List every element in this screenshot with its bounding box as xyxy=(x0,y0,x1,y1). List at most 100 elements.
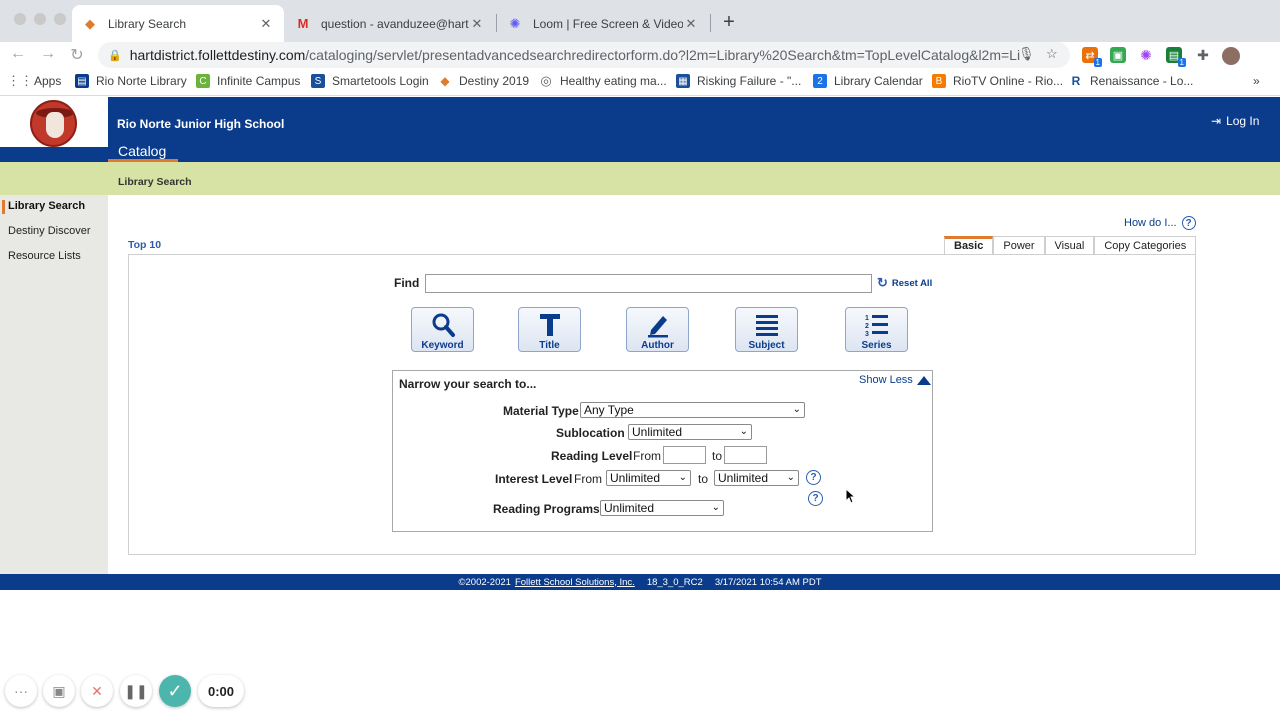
tab-catalog[interactable]: Catalog xyxy=(108,140,178,162)
extension-icon-3[interactable]: ✺ xyxy=(1138,47,1154,63)
svg-text:2: 2 xyxy=(865,323,869,330)
help-icon: ? xyxy=(1181,216,1196,230)
chevron-down-icon: ⌄ xyxy=(711,502,720,513)
tab-basic[interactable]: Basic xyxy=(944,236,994,255)
address-bar[interactable]: 🔒 hartdistrict.follettdestiny.com/catalo… xyxy=(98,42,1070,68)
bookmark-riotv[interactable]: B RioTV Online - Rio... xyxy=(932,74,1063,88)
tab-title: Library Search xyxy=(108,16,187,31)
reload-icon[interactable]: ↻ xyxy=(67,45,87,65)
tab-separator xyxy=(710,14,711,32)
login-link[interactable]: ⇥ Log In xyxy=(1211,114,1259,128)
tab-visual[interactable]: Visual xyxy=(1044,236,1095,255)
reading-level-from-input[interactable] xyxy=(663,446,706,464)
nav-item-resource-lists[interactable]: Resource Lists xyxy=(8,250,81,262)
collapse-triangle-icon xyxy=(916,375,931,385)
bookmark-label: Apps xyxy=(34,74,62,88)
bookmarks-bar: ⋮⋮ Apps ▤ Rio Norte Library C Infinite C… xyxy=(0,70,1280,96)
loom-more-button[interactable]: ··· xyxy=(5,675,37,707)
breadcrumb-bar xyxy=(0,162,1280,195)
interest-level-from-select[interactable]: Unlimited ⌄ xyxy=(606,470,691,486)
reading-programs-select[interactable]: Unlimited ⌄ xyxy=(600,500,724,516)
bookmark-library-calendar[interactable]: 2 Library Calendar xyxy=(813,74,923,88)
how-do-i-link[interactable]: How do I... ? xyxy=(1124,216,1196,230)
calendar-icon: 2 xyxy=(813,74,827,88)
tab-power[interactable]: Power xyxy=(993,236,1045,255)
url-text: hartdistrict.follettdestiny.com/catalogi… xyxy=(130,47,1020,63)
school-name: Rio Norte Junior High School xyxy=(117,117,285,131)
interest-level-to-text: to xyxy=(698,472,709,486)
author-search-button[interactable]: Author xyxy=(626,307,689,352)
keyword-search-button[interactable]: Keyword xyxy=(411,307,474,352)
sublocation-select[interactable]: Unlimited ⌄ xyxy=(628,424,752,440)
puzzle-icon[interactable]: ✚ xyxy=(1195,47,1211,63)
title-search-button[interactable]: Title xyxy=(518,307,581,352)
bookmark-destiny-2019[interactable]: ◆ Destiny 2019 xyxy=(438,74,529,88)
svg-text:1: 1 xyxy=(865,315,869,322)
close-icon[interactable]: ✕ xyxy=(683,16,699,32)
extension-icon-2[interactable]: ▣ xyxy=(1110,47,1126,63)
loom-timer: 0:00 xyxy=(198,675,244,707)
tab-copy-categories[interactable]: Copy Categories xyxy=(1094,236,1197,255)
bookmark-infinite-campus[interactable]: C Infinite Campus xyxy=(196,74,300,88)
find-input[interactable] xyxy=(425,274,872,293)
new-tab-button[interactable]: + xyxy=(718,11,740,34)
subject-search-button[interactable]: Subject xyxy=(735,307,798,352)
chevron-down-icon: ⌄ xyxy=(739,426,748,437)
reading-level-to-input[interactable] xyxy=(724,446,767,464)
extension-badge: 1 xyxy=(1177,58,1186,67)
show-less-link[interactable]: Show Less xyxy=(859,374,931,386)
close-icon[interactable]: ✕ xyxy=(258,16,274,32)
globe-icon: ◎ xyxy=(540,73,552,88)
loom-camera-button[interactable]: ▣ xyxy=(43,675,75,707)
window-minimize-dot[interactable] xyxy=(34,13,46,25)
reading-programs-help-icon[interactable]: ? xyxy=(808,491,823,506)
bookmark-smartetools[interactable]: S Smartetools Login xyxy=(311,74,429,88)
footer-company-link[interactable]: Follett School Solutions, Inc. xyxy=(515,577,635,588)
series-search-button[interactable]: 1 2 3 Series xyxy=(845,307,908,352)
checkmark-icon: ✓ xyxy=(167,680,183,701)
site-footer: ©2002-2021 Follett School Solutions, Inc… xyxy=(0,574,1280,590)
reset-all-button[interactable]: ↻ Reset All xyxy=(877,275,932,291)
microphone-icon[interactable]: 🎙 xyxy=(1018,46,1035,62)
nav-item-destiny-discover[interactable]: Destiny Discover xyxy=(8,225,91,237)
window-close-dot[interactable] xyxy=(14,13,26,25)
window-zoom-dot[interactable] xyxy=(54,13,66,25)
nav-item-library-search[interactable]: Library Search xyxy=(8,200,85,212)
loom-pause-button[interactable]: ❚❚ xyxy=(120,675,152,707)
reset-all-label: Reset All xyxy=(891,277,933,289)
extension-icon-4[interactable]: ▤ 1 xyxy=(1166,47,1186,67)
sublocation-value: Unlimited xyxy=(632,425,683,439)
pause-icon: ❚❚ xyxy=(124,682,148,699)
material-type-value: Any Type xyxy=(584,403,634,417)
loom-finish-button[interactable]: ✓ xyxy=(159,675,191,707)
breadcrumb: Library Search xyxy=(118,176,192,188)
material-type-select[interactable]: Any Type ⌄ xyxy=(580,402,805,418)
back-arrow-icon[interactable]: ← xyxy=(8,45,28,63)
bookmarks-overflow-button[interactable]: » xyxy=(1253,74,1260,88)
loom-cancel-button[interactable]: ✕ xyxy=(81,675,113,707)
browser-tab-loom[interactable]: ✺ Loom | Free Screen & Video Re ✕ xyxy=(497,5,709,42)
login-icon: ⇥ xyxy=(1211,114,1222,128)
bookmark-renaissance[interactable]: R Renaissance - Lo... xyxy=(1069,74,1194,88)
forward-arrow-icon[interactable]: → xyxy=(38,45,58,63)
browser-tab-library-search[interactable]: ◆ Library Search ✕ xyxy=(72,5,284,42)
browser-tab-gmail[interactable]: M question - avanduzee@hartdis ✕ xyxy=(285,5,495,42)
interest-level-help-icon[interactable]: ? xyxy=(806,470,821,485)
close-icon[interactable]: ✕ xyxy=(469,16,485,32)
refresh-icon: ↻ xyxy=(877,275,888,290)
bookmark-rio-norte-library[interactable]: ▤ Rio Norte Library xyxy=(75,74,187,88)
bookmark-risking-failure[interactable]: ▦ Risking Failure - "... xyxy=(676,74,801,88)
bookmark-healthy-eating[interactable]: ◎ Healthy eating ma... xyxy=(539,73,666,88)
svg-text:3: 3 xyxy=(865,331,869,338)
reading-level-to-text: to xyxy=(712,449,723,463)
bookmark-label: Infinite Campus xyxy=(217,74,301,88)
interest-level-to-select[interactable]: Unlimited ⌄ xyxy=(714,470,799,486)
bookmark-apps[interactable]: ⋮⋮ Apps xyxy=(7,73,62,88)
bookmark-label: RioTV Online - Rio... xyxy=(953,74,1064,88)
top10-link[interactable]: Top 10 xyxy=(128,239,161,251)
extension-icon-1[interactable]: ⇄ 1 xyxy=(1082,47,1102,67)
more-dots-icon: ··· xyxy=(14,683,28,699)
bookmark-star-icon[interactable]: ☆ xyxy=(1046,46,1058,62)
profile-avatar[interactable] xyxy=(1222,47,1240,65)
camera-off-icon: ▣ xyxy=(52,682,66,699)
